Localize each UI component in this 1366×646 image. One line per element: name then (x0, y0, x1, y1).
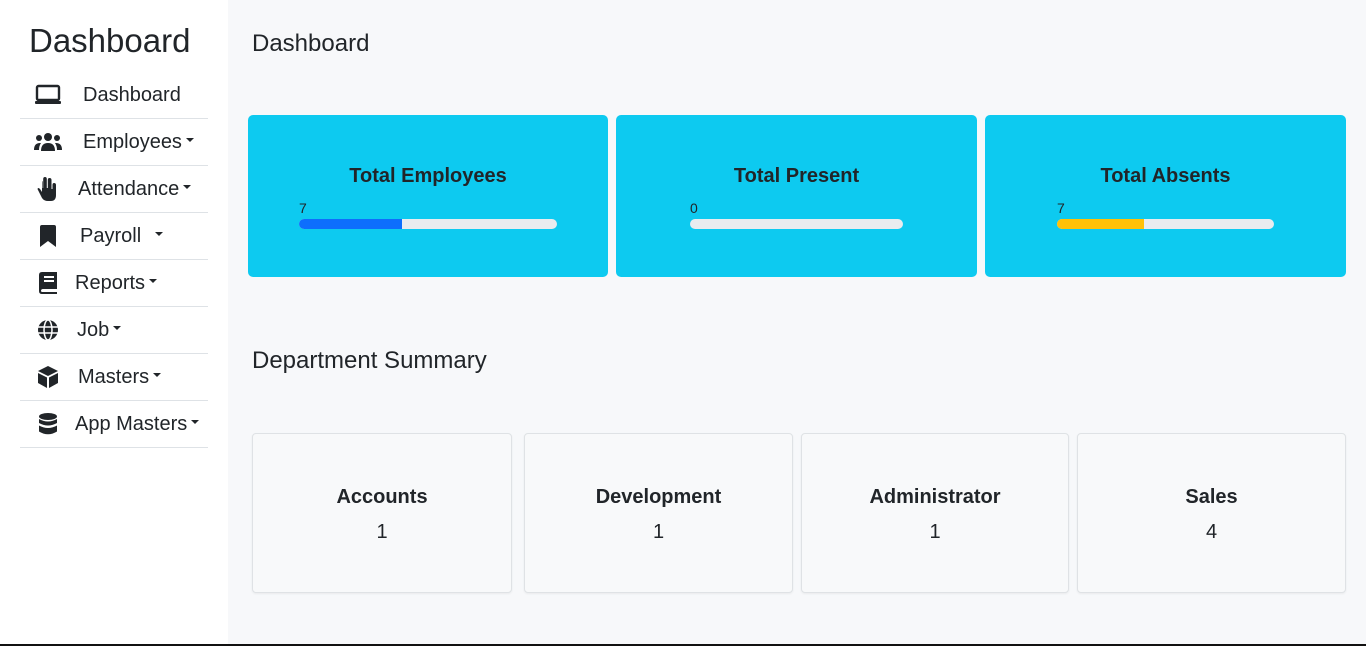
sidebar: Dashboard Dashboard Employees Attendance… (0, 0, 228, 646)
sidebar-item-reports[interactable]: Reports (20, 260, 208, 307)
progress-bar (690, 219, 903, 229)
dept-count: 1 (376, 521, 388, 543)
stat-title: Total Employees (349, 165, 507, 187)
cube-icon (34, 365, 62, 389)
department-summary-title: Department Summary (252, 347, 487, 374)
sidebar-item-dashboard[interactable]: Dashboard (20, 72, 208, 119)
caret-down-icon (185, 138, 194, 143)
dept-count: 1 (652, 521, 665, 543)
sidebar-item-attendance[interactable]: Attendance (20, 166, 208, 213)
dept-count: 4 (1205, 521, 1218, 543)
dept-card-sales[interactable]: Sales 4 (1077, 433, 1346, 593)
sidebar-item-app-masters[interactable]: App Masters (20, 401, 208, 448)
dept-card-administrator[interactable]: Administrator 1 (801, 433, 1069, 593)
bookmark-icon (34, 224, 62, 248)
dept-name: Accounts (336, 486, 428, 508)
caret-down-icon (149, 279, 158, 284)
caret-down-icon (191, 420, 200, 425)
progress-bar (1057, 219, 1274, 229)
sidebar-item-label: Masters (78, 366, 162, 389)
sidebar-item-job[interactable]: Job (20, 307, 208, 354)
progress-bar-fill (299, 219, 403, 229)
sidebar-item-label: Reports (75, 272, 158, 295)
stat-count: 7 (1057, 200, 1065, 216)
caret-down-icon (155, 232, 164, 237)
progress-bar (299, 219, 557, 229)
globe-icon (34, 318, 62, 342)
book-icon (34, 271, 62, 295)
dept-count: 1 (929, 521, 941, 543)
stat-card-total-employees[interactable]: Total Employees 7 (248, 115, 608, 277)
sidebar-item-label: Job (77, 319, 122, 342)
stat-title: Total Present (733, 165, 860, 187)
hand-icon (34, 177, 62, 201)
caret-down-icon (183, 185, 192, 190)
progress-bar-fill (1057, 219, 1144, 229)
sidebar-item-label: Payroll (80, 225, 164, 248)
dept-name: Development (595, 486, 722, 508)
sidebar-item-label: Dashboard (83, 83, 181, 106)
sidebar-item-label: Attendance (78, 178, 192, 201)
users-icon (34, 130, 62, 154)
dept-name: Administrator (869, 486, 1001, 508)
dept-card-accounts[interactable]: Accounts 1 (252, 433, 512, 593)
dept-card-development[interactable]: Development 1 (524, 433, 793, 593)
stat-count: 0 (690, 200, 698, 216)
sidebar-item-label: Employees (83, 131, 194, 154)
sidebar-nav: Dashboard Employees Attendance Payroll R (20, 72, 208, 448)
sidebar-item-employees[interactable]: Employees (20, 119, 208, 166)
page-title: Dashboard (252, 30, 370, 57)
sidebar-item-masters[interactable]: Masters (20, 354, 208, 401)
caret-down-icon (113, 326, 122, 331)
main-content: Dashboard Total Employees 7 Total Presen… (228, 0, 1366, 646)
stat-count: 7 (299, 200, 307, 216)
sidebar-brand: Dashboard (29, 22, 191, 59)
stat-card-total-present[interactable]: Total Present 0 (616, 115, 977, 277)
stat-card-total-absents[interactable]: Total Absents 7 (985, 115, 1346, 277)
caret-down-icon (153, 373, 162, 378)
database-icon (34, 412, 62, 436)
stat-title: Total Absents (1100, 165, 1231, 187)
sidebar-item-label: App Masters (75, 413, 200, 436)
monitor-icon (34, 83, 62, 107)
dept-name: Sales (1185, 486, 1238, 508)
sidebar-item-payroll[interactable]: Payroll (20, 213, 208, 260)
